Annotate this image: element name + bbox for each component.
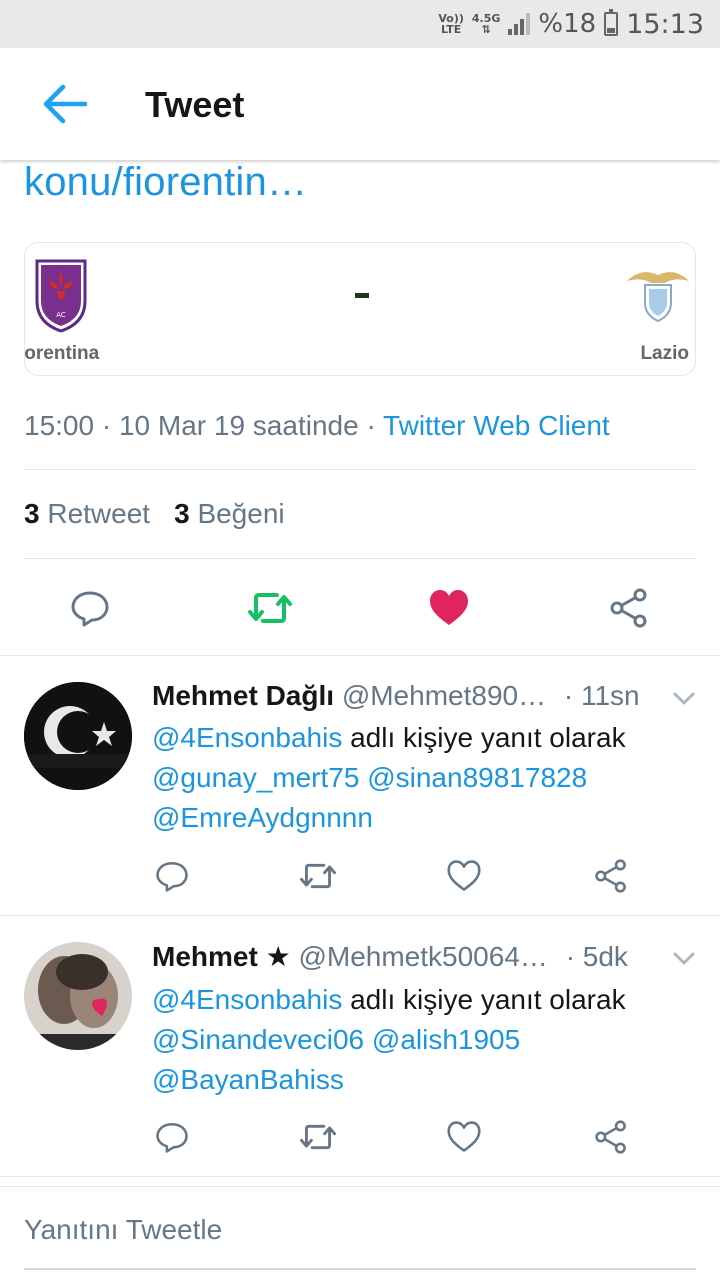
avatar[interactable] [24,682,132,790]
tweet-meta: 15:00 · 10 Mar 19 saatinde · Twitter Web… [24,410,610,442]
user-name[interactable]: Mehmet Dağlı [152,680,334,711]
network-type: 4.5G ⇅ [471,12,501,36]
mention-link[interactable]: @Sinandeveci06 [152,1024,364,1055]
user-handle: @Mehmetk50064… [298,941,548,972]
tweet-link[interactable]: konu/fiorentin… [24,160,307,205]
like-button[interactable] [442,854,486,898]
retweet-icon [300,863,336,889]
reply-header: Mehmet Dağlı @Mehmet890… · 11sn [152,680,640,712]
divider [24,469,696,470]
battery-percent: %18 [538,9,597,39]
mention-link[interactable]: @4Ensonbahis [152,722,342,753]
tweet-timestamp: 15:00 · 10 Mar 19 saatinde · [24,410,384,441]
reply-composer-input[interactable]: Yanıtını Tweetle [24,1214,222,1246]
page-title: Tweet [145,84,245,125]
reply-icon [156,1122,188,1153]
mention-link[interactable]: @alish1905 [372,1024,520,1055]
svg-text:AC: AC [56,311,66,319]
status-bar: Vo)) LTE 4.5G ⇅ %18 15:13 [0,0,720,48]
retweet-button[interactable] [296,854,340,898]
score-separator [355,293,369,298]
home-team-name: iorentina [24,343,100,364]
fiorentina-logo: AC [35,259,87,333]
battery-icon [604,9,619,36]
like-button[interactable] [442,1115,486,1159]
reply-time: · 11sn [563,680,640,711]
retweet-icon [300,1124,336,1150]
reply-context: adlı kişiye yanıt olarak [342,984,626,1015]
reply-text: @4Ensonbahis adlı kişiye yanıt olarak @g… [152,718,692,838]
retweet-button[interactable] [246,584,294,632]
mention-link[interactable]: @BayanBahiss [152,1064,344,1095]
divider [0,915,720,916]
avatar[interactable] [24,942,132,1050]
user-name[interactable]: Mehmet ★ [152,941,291,972]
couple-photo-icon [24,942,132,1050]
share-button[interactable] [589,1115,633,1159]
divider [24,558,696,559]
volte-indicator: Vo)) LTE [438,12,464,36]
mention-link[interactable]: @sinan89817828 [367,762,587,793]
retweet-icon [248,593,292,623]
reply-context: adlı kişiye yanıt olarak [342,722,626,753]
reply-text: @4Ensonbahis adlı kişiye yanıt olarak @S… [152,980,692,1100]
reply-icon [71,591,109,627]
chevron-down-icon[interactable] [670,944,698,972]
retweet-button[interactable] [296,1115,340,1159]
mention-link[interactable]: @4Ensonbahis [152,984,342,1015]
status-icons: Vo)) LTE 4.5G ⇅ %18 15:13 [438,6,704,42]
tweet-source-link[interactable]: Twitter Web Client [383,410,610,441]
back-button[interactable] [36,80,92,128]
share-icon [595,1120,626,1154]
reply-header: Mehmet ★ @Mehmetk50064… · 5dk [152,940,628,973]
share-button[interactable] [589,854,633,898]
reply-time: · 5dk [565,941,628,972]
reply-button[interactable] [150,1115,194,1159]
retweet-count-link[interactable]: 3 Retweet [24,498,150,530]
lazio-logo [627,272,689,323]
reply-icon [156,861,188,892]
like-button[interactable] [425,584,473,632]
heart-icon [430,590,468,625]
composer-underline [24,1268,696,1270]
arrow-left-icon [43,84,87,124]
divider [0,1186,720,1187]
user-handle: @Mehmet890… [341,680,547,711]
chevron-down-icon[interactable] [670,684,698,712]
signal-icon [508,13,531,35]
mention-link[interactable]: @EmreAydgnnnn [152,802,373,833]
reply-button[interactable] [66,584,114,632]
heart-outline-icon [447,1121,481,1152]
clock: 15:13 [626,8,704,40]
heart-outline-icon [447,860,481,891]
divider [0,655,720,656]
link-preview-card[interactable]: AC iorentina Lazio [24,242,696,376]
like-count-link[interactable]: 3 Beğeni [174,498,285,530]
away-team-name: Lazio [640,343,689,364]
share-icon [595,859,626,893]
share-button[interactable] [605,584,653,632]
tweet-stats: 3 Retweet 3 Beğeni [24,498,285,530]
reply-button[interactable] [150,854,194,898]
crescent-star-icon [24,682,132,790]
divider [0,1176,720,1177]
app-bar: Tweet [0,48,720,160]
share-icon [610,588,647,628]
mention-link[interactable]: @gunay_mert75 [152,762,359,793]
tweet-actions [0,576,720,640]
